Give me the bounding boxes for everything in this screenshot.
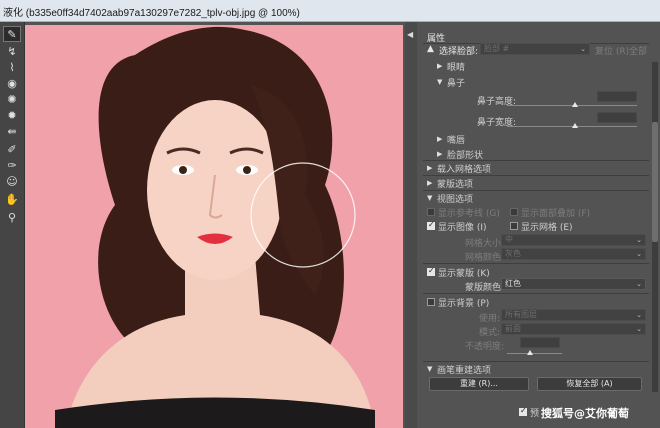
- mesh-size-value: 中: [505, 235, 513, 244]
- view-options-section[interactable]: 视图选项: [437, 192, 473, 205]
- collapse-arrow-icon[interactable]: ▼: [437, 78, 442, 86]
- nose-width-input[interactable]: [597, 112, 637, 123]
- nose-section[interactable]: 鼻子: [447, 76, 465, 89]
- hand-tool-icon[interactable]: ✋: [3, 192, 21, 208]
- divider: [423, 175, 649, 176]
- expand-arrow-icon[interactable]: ▶: [437, 62, 442, 70]
- nose-height-input[interactable]: [597, 91, 637, 102]
- show-mesh-label: 显示网格 (E): [521, 223, 573, 233]
- preview-checkbox[interactable]: [519, 406, 527, 416]
- zoom-tool-icon[interactable]: ⚲: [3, 210, 21, 226]
- rebuild-button[interactable]: 重建 (R)...: [429, 377, 529, 391]
- opacity-input[interactable]: [520, 337, 560, 348]
- mask-color-value: 红色: [505, 279, 521, 288]
- collapse-arrow-icon[interactable]: ▼: [427, 365, 432, 373]
- window-title: 液化 (b335e0ff34d7402aab97a130297e7282_tpl…: [3, 8, 300, 19]
- nose-width-slider-knob[interactable]: [572, 123, 578, 128]
- expand-arrow-icon[interactable]: ▶: [427, 164, 432, 172]
- forward-warp-tool-icon[interactable]: ✎: [3, 26, 21, 42]
- watermark-text: 搜狐号@艾你葡萄: [541, 407, 629, 420]
- show-mask-checkbox[interactable]: [427, 266, 435, 276]
- properties-panel: 属性 ▲ 选择脸部: 脸部 # ⌄ 复位 (R) 全部 ▶ 眼睛 ▼ 鼻子 鼻子…: [417, 22, 660, 428]
- mesh-size-dropdown[interactable]: 中 ⌄: [501, 234, 646, 246]
- chevron-down-icon: ⌄: [636, 311, 642, 319]
- expand-arrow-icon[interactable]: ▶: [437, 135, 442, 143]
- tools-panel: ✎ ↯ ⌇ ◉ ✺ ✹ ⇚ ✐ ✑ ☺ ✋ ⚲: [0, 22, 25, 428]
- nose-height-slider-knob[interactable]: [572, 102, 578, 107]
- mesh-size-label: 网格大小:: [465, 239, 505, 249]
- mode-value: 前面: [505, 324, 521, 333]
- all-faces-button[interactable]: 全部: [629, 44, 647, 57]
- panel-scrollbar[interactable]: [652, 62, 658, 392]
- reconstruct-tool-icon[interactable]: ↯: [3, 44, 21, 60]
- use-value: 所有图层: [505, 310, 537, 319]
- show-backdrop-checkbox[interactable]: [427, 298, 435, 306]
- opacity-label: 不透明度:: [465, 342, 505, 352]
- reset-face-button[interactable]: 复位 (R): [595, 44, 629, 57]
- pucker-tool-icon[interactable]: ✺: [3, 92, 21, 108]
- load-mesh-section[interactable]: 载入网格选项: [437, 162, 491, 175]
- thaw-mask-tool-icon[interactable]: ✑: [3, 158, 21, 174]
- restore-all-button[interactable]: 恢复全部 (A): [537, 377, 642, 391]
- opacity-slider-knob[interactable]: [527, 350, 533, 355]
- smooth-tool-icon[interactable]: ⌇: [3, 60, 21, 76]
- mesh-color-label: 网格颜色:: [465, 253, 505, 263]
- show-face-overlay-label: 显示面部叠加 (F): [521, 209, 591, 219]
- show-backdrop-label: 显示背景 (P): [438, 299, 490, 309]
- mouth-section[interactable]: 嘴唇: [447, 133, 465, 146]
- divider: [423, 361, 649, 362]
- window-titlebar: 液化 (b335e0ff34d7402aab97a130297e7282_tpl…: [0, 0, 660, 22]
- chevron-down-icon: ⌄: [636, 250, 642, 258]
- divider: [423, 190, 649, 191]
- show-image-label: 显示图像 (I): [438, 223, 487, 233]
- mask-color-label: 蒙版颜色:: [465, 283, 505, 293]
- mask-options-section[interactable]: 蒙版选项: [437, 177, 473, 190]
- show-mesh-checkbox[interactable]: [510, 222, 518, 230]
- push-left-tool-icon[interactable]: ⇚: [3, 124, 21, 140]
- face-select-dropdown[interactable]: 脸部 # ⌄: [480, 43, 590, 55]
- show-guides-checkbox[interactable]: [427, 208, 435, 216]
- twirl-tool-icon[interactable]: ◉: [3, 76, 21, 92]
- mask-color-dropdown[interactable]: 红色 ⌄: [501, 278, 646, 290]
- eyes-section[interactable]: 眼睛: [447, 60, 465, 73]
- show-guides-label: 显示参考线 (G): [438, 209, 500, 219]
- use-label: 使用:: [479, 314, 501, 324]
- show-face-overlay-checkbox[interactable]: [510, 208, 518, 216]
- image-canvas[interactable]: [25, 25, 403, 428]
- bloat-tool-icon[interactable]: ✹: [3, 108, 21, 124]
- preview-label: 预: [530, 409, 540, 419]
- scrollbar-thumb[interactable]: [652, 122, 658, 242]
- warning-icon: ▲: [427, 44, 434, 54]
- mode-label: 模式:: [479, 328, 501, 338]
- divider: [423, 293, 649, 294]
- chevron-down-icon: ⌄: [636, 236, 642, 244]
- collapse-arrow-icon[interactable]: ◀: [407, 30, 413, 39]
- chevron-down-icon: ⌄: [636, 325, 642, 333]
- show-mask-label: 显示蒙版 (K): [438, 269, 490, 279]
- face-select-value: 脸部 #: [484, 44, 510, 53]
- chevron-down-icon: ⌄: [580, 45, 586, 53]
- expand-arrow-icon[interactable]: ▶: [427, 179, 432, 187]
- reconstruct-section[interactable]: 画笔重建选项: [437, 363, 491, 376]
- portrait-image: [25, 25, 403, 428]
- collapse-arrow-icon[interactable]: ▼: [427, 194, 432, 202]
- divider: [423, 263, 649, 264]
- show-image-checkbox[interactable]: [427, 220, 435, 230]
- freeze-mask-tool-icon[interactable]: ✐: [3, 142, 21, 158]
- face-tool-icon[interactable]: ☺: [3, 174, 21, 190]
- mode-dropdown[interactable]: 前面 ⌄: [501, 323, 646, 335]
- mesh-color-value: 灰色: [505, 249, 521, 258]
- face-select-label: 选择脸部:: [439, 47, 479, 57]
- expand-arrow-icon[interactable]: ▶: [437, 150, 442, 158]
- divider: [423, 160, 649, 161]
- panel-separator[interactable]: ◀: [405, 22, 417, 428]
- use-dropdown[interactable]: 所有图层 ⌄: [501, 309, 646, 321]
- opacity-slider[interactable]: [507, 353, 562, 354]
- chevron-down-icon: ⌄: [636, 280, 642, 288]
- mesh-color-dropdown[interactable]: 灰色 ⌄: [501, 248, 646, 260]
